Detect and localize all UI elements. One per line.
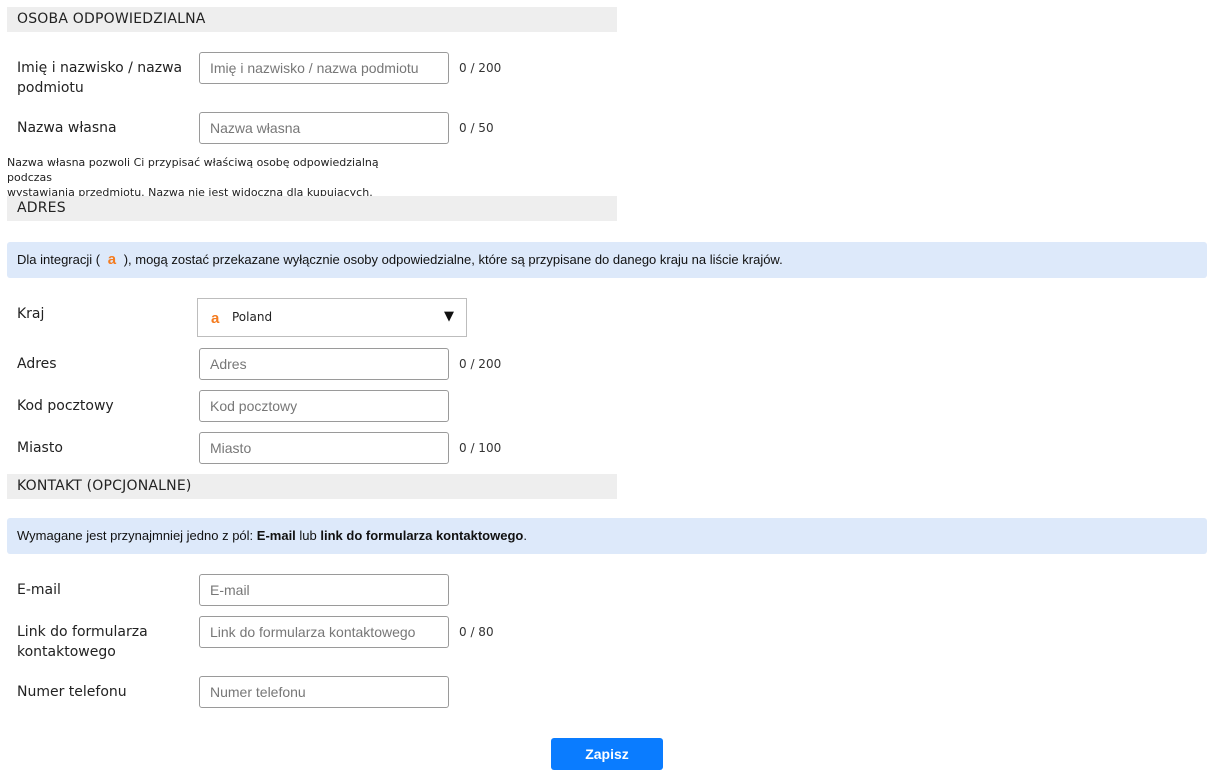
contact-info-banner: Wymagane jest przynajmniej jedno z pól: … [7, 518, 1207, 554]
name-input[interactable] [199, 52, 449, 84]
address-label: Adres [17, 356, 57, 372]
zip-input[interactable] [199, 390, 449, 422]
contact-link-label-line2: kontaktowego [17, 644, 116, 660]
contact-info-link: link do formularza kontaktowego [320, 528, 524, 543]
contact-link-input[interactable] [199, 616, 449, 648]
own-name-counter: 0 / 50 [459, 121, 494, 135]
address-counter: 0 / 200 [459, 357, 502, 371]
own-name-hint-line1: Nazwa własna pozwoli Ci przypisać właści… [7, 156, 379, 184]
name-label-line2: podmiotu [17, 80, 84, 96]
amazon-logo-icon: a [211, 310, 220, 327]
save-button[interactable]: Zapisz [551, 738, 663, 770]
name-label: Imię i nazwisko / nazwa podmiotu [17, 58, 182, 98]
section-header-address: ADRES [7, 196, 617, 221]
own-name-hint: Nazwa własna pozwoli Ci przypisać właści… [7, 155, 407, 200]
phone-label: Numer telefonu [17, 684, 127, 700]
address-info-banner: Dla integracji ( a ), mogą zostać przeka… [7, 242, 1207, 278]
contact-info-end: . [523, 528, 527, 543]
address-info-prefix: Dla integracji ( [17, 252, 101, 267]
email-label: E-mail [17, 582, 61, 598]
city-label: Miasto [17, 440, 63, 456]
name-label-line1: Imię i nazwisko / nazwa [17, 60, 183, 76]
email-input[interactable] [199, 574, 449, 606]
phone-input[interactable] [199, 676, 449, 708]
contact-info-email: E-mail [256, 528, 296, 543]
contact-link-label: Link do formularza kontaktowego [17, 622, 148, 662]
contact-link-counter: 0 / 80 [459, 625, 494, 639]
country-select[interactable]: a Poland ▼ [197, 298, 467, 337]
section-header-contact: KONTAKT (OPCJONALNE) [7, 474, 617, 499]
own-name-label: Nazwa własna [17, 120, 117, 136]
amazon-logo-icon: a [107, 251, 117, 268]
contact-link-label-line1: Link do formularza [17, 624, 148, 640]
own-name-input[interactable] [199, 112, 449, 144]
section-header-responsible-person: OSOBA ODPOWIEDZIALNA [7, 7, 617, 32]
city-counter: 0 / 100 [459, 441, 502, 455]
address-info-suffix: ), mogą zostać przekazane wyłącznie osob… [123, 252, 783, 267]
contact-info-mid: lub [295, 528, 321, 543]
address-input[interactable] [199, 348, 449, 380]
country-label: Kraj [17, 306, 45, 322]
city-input[interactable] [199, 432, 449, 464]
contact-info-prefix: Wymagane jest przynajmniej jedno z pól: [17, 528, 257, 543]
name-counter: 0 / 200 [459, 61, 502, 75]
zip-label: Kod pocztowy [17, 398, 114, 414]
caret-down-icon: ▼ [444, 309, 454, 324]
country-selected-value: Poland [232, 310, 273, 324]
